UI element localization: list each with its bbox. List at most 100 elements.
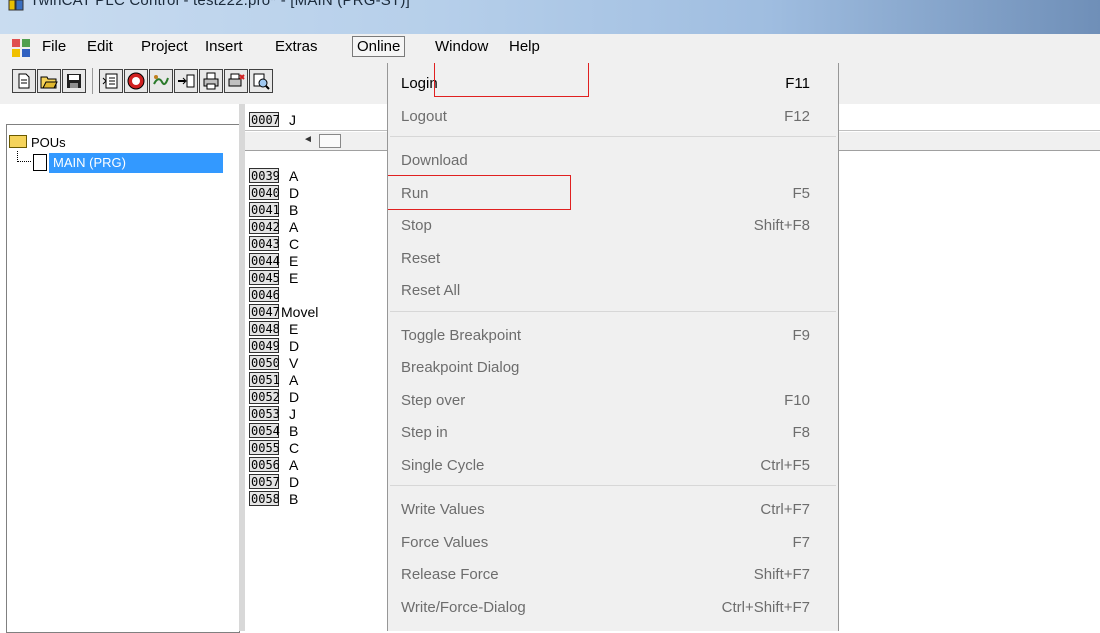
menu-item-breakpoint-dialog[interactable]: Breakpoint Dialog — [388, 351, 838, 383]
line-number: 0041 — [249, 202, 280, 217]
line-number: 0045 — [249, 270, 280, 285]
code-line: D — [289, 474, 300, 490]
line-number: 0050 — [249, 355, 280, 370]
menu-item-shortcut: F11 — [785, 75, 810, 92]
line-number: 0047 — [249, 304, 280, 319]
document-icon — [33, 154, 47, 171]
print-setup-icon[interactable] — [224, 69, 248, 93]
menu-item-force-values[interactable]: Force Values F7 — [388, 526, 838, 558]
stop-icon[interactable] — [124, 69, 148, 93]
menu-item-step-in[interactable]: Step in F8 — [388, 416, 838, 448]
menu-insert[interactable]: Insert — [205, 38, 243, 55]
menu-item-single-cycle[interactable]: Single Cycle Ctrl+F5 — [388, 449, 838, 481]
menu-item-shortcut: F7 — [792, 533, 810, 551]
code-line: E — [289, 253, 299, 269]
menu-bar: File Edit Project Insert Extras Online W… — [0, 34, 1100, 62]
menu-item-release-force[interactable]: Release Force Shift+F7 — [388, 558, 838, 590]
app-icon — [8, 0, 24, 11]
menu-edit[interactable]: Edit — [87, 38, 113, 55]
print-icon[interactable] — [199, 69, 223, 93]
pou-tree[interactable]: POUs MAIN (PRG) — [6, 124, 240, 633]
menu-item-shortcut: F10 — [784, 391, 810, 409]
plc-control-icon[interactable] — [11, 38, 31, 58]
scroll-left-icon[interactable]: ◄ — [303, 134, 313, 145]
line-number: 0043 — [249, 236, 280, 251]
menu-item-label: Download — [401, 152, 468, 169]
menu-help[interactable]: Help — [509, 38, 540, 55]
menu-item-reset-all[interactable]: Reset All — [388, 274, 838, 306]
tree-node-main[interactable]: MAIN (PRG) — [49, 153, 223, 173]
menu-item-download[interactable]: Download — [388, 144, 838, 176]
find-icon[interactable] — [249, 69, 273, 93]
highlight-box — [388, 174, 571, 210]
code-line: D — [289, 338, 300, 354]
code-line: D — [289, 389, 300, 405]
menu-item-label: Write Values — [401, 501, 485, 518]
menu-item-label: Logout — [401, 107, 447, 125]
import-icon[interactable] — [174, 69, 198, 93]
menu-item-shortcut: Ctrl+Shift+F7 — [721, 598, 810, 616]
toolbar-separator — [92, 68, 93, 94]
menu-item-label: Toggle Breakpoint — [401, 326, 522, 344]
line-number: 0057 — [249, 474, 280, 489]
highlight-box — [434, 63, 589, 97]
menu-online[interactable]: Online — [352, 36, 406, 57]
list-icon[interactable] — [99, 69, 123, 93]
code-line: V — [289, 355, 299, 371]
menu-file[interactable]: File — [42, 38, 66, 55]
title-bar: TwinCAT PLC Control - test222.pro* - [MA… — [0, 0, 1100, 34]
menu-item-shortcut: F5 — [792, 184, 810, 202]
line-number: 0044 — [249, 253, 280, 268]
menu-separator — [390, 310, 836, 312]
menu-item-label: Stop — [401, 217, 432, 234]
code-line: B — [289, 423, 299, 439]
code-line: A — [289, 457, 299, 473]
code-line: J — [289, 406, 296, 422]
line-number: 0042 — [249, 219, 280, 234]
menu-item-label: Step over — [401, 391, 466, 409]
line-number: 0007 — [249, 112, 280, 127]
menu-item-shortcut: Shift+F7 — [753, 566, 810, 583]
menu-item-step-over[interactable]: Step over F10 — [388, 384, 838, 416]
menu-item-shortcut: Shift+F8 — [753, 217, 810, 234]
menu-window[interactable]: Window — [435, 38, 488, 55]
code-line: A — [289, 168, 299, 184]
menu-item-shortcut: F8 — [792, 424, 810, 441]
line-number: 0053 — [249, 406, 280, 421]
menu-item-shortcut: F12 — [784, 107, 810, 125]
menu-item-label: Login — [401, 75, 438, 92]
open-icon[interactable] — [37, 69, 61, 93]
code-line: E — [289, 270, 299, 286]
line-number: 0058 — [249, 491, 280, 506]
line-number: 0040 — [249, 185, 280, 200]
menu-item-write-values[interactable]: Write Values Ctrl+F7 — [388, 493, 838, 525]
save-icon[interactable] — [62, 69, 86, 93]
code-line: E — [289, 321, 299, 337]
menu-item-toggle-breakpoint[interactable]: Toggle Breakpoint F9 — [388, 319, 838, 351]
menu-item-shortcut: Ctrl+F7 — [760, 501, 810, 518]
code-line: A — [289, 372, 299, 388]
menu-item-label: Release Force — [401, 566, 499, 583]
code-line: A — [289, 219, 299, 235]
line-number: 0056 — [249, 457, 280, 472]
menu-item-stop[interactable]: Stop Shift+F8 — [388, 209, 838, 241]
new-icon[interactable] — [12, 69, 36, 93]
tree-node-pous-label: POUs — [31, 135, 66, 150]
scroll-thumb[interactable] — [319, 134, 341, 148]
code-line: B — [289, 202, 299, 218]
tree-node-pous[interactable]: POUs — [9, 135, 66, 150]
menu-item-logout[interactable]: Logout F12 — [388, 100, 838, 132]
menu-item-label: Reset — [401, 249, 441, 267]
line-number: 0055 — [249, 440, 280, 455]
menu-project[interactable]: Project — [141, 38, 188, 55]
code-line: C — [289, 440, 300, 456]
login-icon[interactable] — [149, 69, 173, 93]
menu-separator — [390, 136, 836, 137]
line-number: 0054 — [249, 423, 280, 438]
menu-item-write-force-dialog[interactable]: Write/Force-Dialog Ctrl+Shift+F7 — [388, 591, 838, 623]
menu-separator — [390, 485, 836, 486]
menu-extras[interactable]: Extras — [275, 38, 318, 55]
line-number: 0039 — [249, 168, 280, 183]
menu-item-label: Reset All — [401, 282, 461, 299]
menu-item-reset[interactable]: Reset — [388, 242, 838, 274]
